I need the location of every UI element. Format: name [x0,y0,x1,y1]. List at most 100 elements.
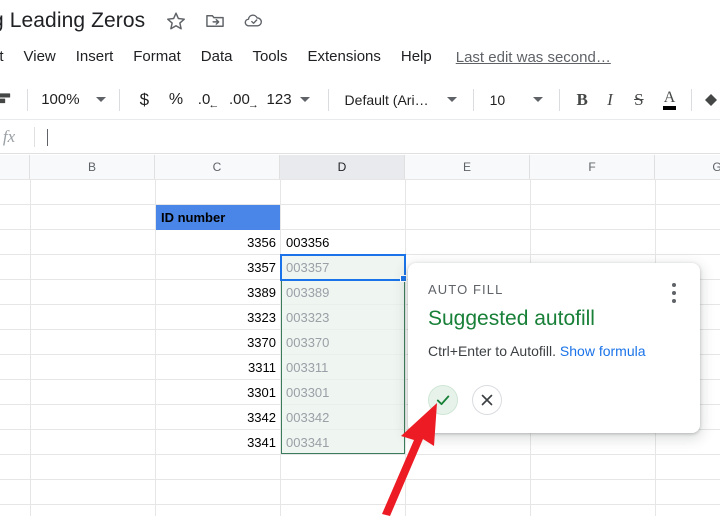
number-format-label: 123 [266,91,292,108]
cell-C8[interactable]: 3301 [156,380,280,405]
text-color-button[interactable]: A [654,85,686,115]
chevron-down-icon [299,97,310,102]
menu-item-format[interactable]: Format [123,42,191,72]
menu-item-edit[interactable]: it [0,42,14,72]
currency-glyph: $ [139,89,150,109]
cell-D3[interactable]: 003357 [281,255,405,280]
column-header-e[interactable]: E [405,155,530,179]
autofill-card-label: AUTO FILL [428,282,504,297]
number-format-control[interactable]: 123 [263,91,314,108]
toolbar-divider-4 [472,88,474,111]
menu-item-data[interactable]: Data [191,42,243,72]
cell-C6[interactable]: 3370 [156,330,280,355]
menu-item-view[interactable]: View [14,42,66,72]
bold-button[interactable]: B [568,85,596,115]
annotation-arrow [370,398,500,516]
kebab-dot [672,291,676,295]
document-title[interactable]: g Leading Zeros [0,0,145,42]
cell-D5[interactable]: 003323 [281,305,405,330]
kebab-dot [672,283,676,287]
autofill-card-hint: Ctrl+Enter to Autofill. Show formula [428,343,646,359]
cell-D6[interactable]: 003370 [281,330,405,355]
cell-C5[interactable]: 3323 [156,305,280,330]
cell-C9[interactable]: 3342 [156,405,280,430]
column-divider [30,179,31,516]
cell-C1[interactable]: ID number [156,205,280,230]
toolbar-divider-3 [327,88,329,111]
autofill-hint-text: Ctrl+Enter to Autofill. [428,343,557,359]
zoom-value: 100% [41,91,80,108]
formula-bar: fx [0,121,720,154]
increase-decimal-glyph: .00 → [228,91,259,111]
show-formula-link[interactable]: Show formula [560,343,646,359]
font-family-control[interactable]: Default (Ari… [345,92,457,108]
more-options-icon[interactable] [664,279,684,303]
strikethrough-button[interactable]: S [624,85,654,115]
percent-glyph: % [168,90,184,108]
italic-glyph: I [607,89,613,109]
strikethrough-glyph: S [634,89,644,109]
toolbar: 100% $ % .0 ← .00 → 123 Default (Ari… 10… [0,80,720,120]
fx-icon: fx [2,127,16,146]
text-color-glyph: A [662,89,677,110]
italic-button[interactable]: I [596,85,624,115]
decrease-decimal-glyph: .0 ← [198,91,220,111]
last-edit-status[interactable]: Last edit was second… [456,49,611,66]
left-arrow-icon: ← [208,99,220,111]
row-divider [0,204,720,205]
cell-C7[interactable]: 3311 [156,355,280,380]
font-size-value: 10 [489,91,506,108]
move-to-folder-icon[interactable] [204,10,226,32]
kebab-dot [672,299,676,303]
cell-D7[interactable]: 003311 [281,355,405,380]
menu-item-tools[interactable]: Tools [242,42,297,72]
row-divider [0,179,720,180]
chevron-down-icon [446,97,457,102]
toolbar-divider-2 [118,88,120,111]
currency-format-button[interactable]: $ [129,85,161,115]
cloud-saved-icon[interactable] [243,10,265,32]
toolbar-divider-6 [691,88,693,111]
autofill-card-title: Suggested autofill [428,307,595,330]
google-sheets-window: g Leading Zeros it Vi [0,0,720,516]
row-divider [0,479,720,480]
cell-C4[interactable]: 3389 [156,280,280,305]
column-header-d[interactable]: D [280,155,405,179]
star-icon[interactable] [165,10,187,32]
percent-format-button[interactable]: % [160,85,192,115]
cell-C10[interactable]: 3341 [156,430,280,455]
chevron-down-icon [95,97,106,102]
column-header-c[interactable]: C [155,155,280,179]
fill-color-icon[interactable] [701,85,720,115]
fill-handle[interactable] [400,275,407,282]
increase-decimal-label: .00 [228,91,250,108]
cell-D2[interactable]: 003356 [281,230,405,255]
title-icon-group [165,10,265,32]
bold-glyph: B [576,89,588,109]
chevron-down-icon [533,97,544,102]
toolbar-divider-1 [27,88,29,111]
cell-C2[interactable]: 3356 [156,230,280,255]
toolbar-divider-5 [559,88,561,111]
right-arrow-icon: → [247,99,259,111]
formula-input[interactable] [48,121,720,153]
formula-bar-divider [34,127,35,147]
increase-decimal-button[interactable]: .00 → [225,85,262,115]
font-size-control[interactable]: 10 [490,92,544,108]
column-header-row: B C D E F G [0,155,720,179]
menu-item-help[interactable]: Help [391,42,442,72]
menu-item-extensions[interactable]: Extensions [298,42,391,72]
column-header-f[interactable]: F [530,155,655,179]
paint-format-icon[interactable] [0,85,18,115]
corner-select-all[interactable] [0,155,30,179]
menu-bar: it View Insert Format Data Tools Extensi… [0,42,720,72]
decrease-decimal-button[interactable]: .0 ← [192,85,225,115]
title-bar: g Leading Zeros [0,0,720,42]
column-header-g[interactable]: G [655,155,720,179]
menu-item-insert[interactable]: Insert [66,42,124,72]
cell-D4[interactable]: 003389 [281,280,405,305]
zoom-control[interactable]: 100% [37,91,109,108]
column-header-b[interactable]: B [30,155,155,179]
cell-C3[interactable]: 3357 [156,255,280,280]
row-divider [0,504,720,505]
